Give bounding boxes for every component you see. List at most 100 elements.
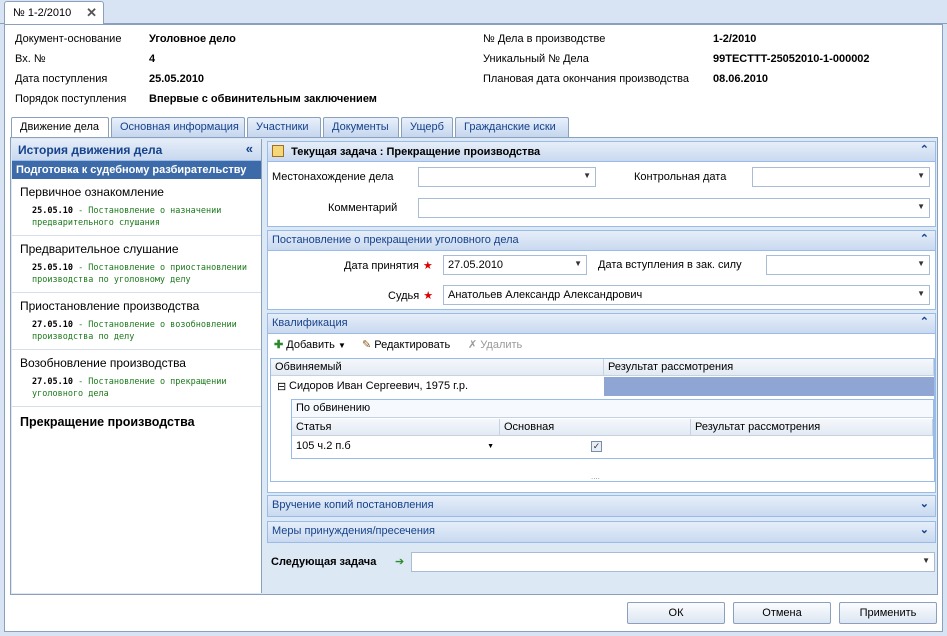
apply-button[interactable]: Применить	[839, 602, 937, 624]
sub-grid-title: По обвинению	[292, 400, 933, 418]
tab-case-movement[interactable]: Движение дела	[11, 117, 109, 138]
document-tab[interactable]: № 1-2/2010 ✕	[4, 1, 104, 25]
col-defendant[interactable]: Обвиняемый	[271, 359, 604, 376]
copies-panel[interactable]: Вручение копий постановления ⌄	[267, 495, 936, 517]
judge-value: Анатольев Александр Александрович	[448, 289, 643, 301]
current-task-title: Текущая задача : Прекращение производств…	[291, 146, 541, 158]
decision-title: Постановление о прекращении уголовного д…	[272, 234, 519, 246]
edit-button[interactable]: ✎ Редактировать	[362, 338, 450, 351]
location-combo[interactable]: ▼	[418, 167, 596, 187]
incoming-number-value: 4	[149, 53, 156, 65]
control-date-label: Контрольная дата	[634, 171, 727, 183]
tab-documents[interactable]: Документы	[323, 117, 399, 137]
dropdown-arrow-icon: ▼	[574, 259, 582, 268]
basis-doc-label: Документ-основание	[15, 33, 122, 45]
sub-result-cell	[691, 438, 699, 442]
stage-note[interactable]: 27.05.10 - Постановление о возобновлении…	[20, 319, 253, 343]
tab-participants[interactable]: Участники	[247, 117, 321, 137]
measures-title: Меры принуждения/пресечения	[272, 525, 435, 537]
delete-button[interactable]: ✗ Удалить	[468, 338, 522, 351]
collapse-left-icon[interactable]: «	[246, 141, 253, 156]
copies-title: Вручение копий постановления	[272, 499, 434, 511]
main-checkbox[interactable]: ✓	[591, 441, 602, 452]
case-window: Документ-основание Уголовное дело Вх. № …	[4, 24, 943, 632]
expand-panel-icon[interactable]: ⌄	[920, 497, 929, 510]
resize-handle[interactable]: ....	[591, 472, 600, 481]
add-button[interactable]: ✚ Добавить ▼	[274, 338, 346, 351]
judge-combo[interactable]: Анатольев Александр Александрович ▼	[443, 285, 930, 305]
decision-date-combo[interactable]: 27.05.2010 ▼	[443, 255, 587, 275]
history-stage[interactable]: Первичное ознакомление 25.05.10 - Постан…	[12, 179, 261, 236]
document-tab-title: № 1-2/2010	[13, 7, 72, 19]
history-stage[interactable]: Предварительное слушание 25.05.10 - Пост…	[12, 236, 261, 293]
col-article[interactable]: Статья	[292, 419, 500, 436]
dialog-button-bar: ОК Отмена Применить	[5, 599, 942, 631]
current-task-panel: Текущая задача : Прекращение производств…	[267, 141, 936, 227]
history-final-stage[interactable]: Прекращение производства	[12, 407, 261, 437]
stage-title: Возобновление производства	[20, 356, 186, 370]
next-task-combo[interactable]: ▼	[411, 552, 935, 572]
add-icon: ✚	[274, 339, 284, 351]
table-row[interactable]: ⊟ Сидоров Иван Сергеевич, 1975 г.р.	[271, 377, 934, 396]
stage-note[interactable]: 25.05.10 - Постановление о приостановлен…	[20, 262, 253, 286]
decision-date-value: 27.05.2010	[448, 259, 504, 271]
collapse-panel-icon[interactable]: ⌃	[920, 315, 929, 328]
history-stage[interactable]: Возобновление производства 27.05.10 - По…	[12, 350, 261, 407]
delete-label: Удалить	[480, 339, 523, 351]
sub-grid: По обвинению Статья Основная Результат р…	[291, 399, 934, 459]
tab-damage[interactable]: Ущерб	[401, 117, 453, 137]
ok-button[interactable]: ОК	[627, 602, 725, 624]
receipt-date-label: Дата поступления	[15, 73, 108, 85]
expand-panel-icon[interactable]: ⌄	[920, 523, 929, 536]
collapse-panel-icon[interactable]: ⌃	[920, 232, 929, 245]
measures-panel[interactable]: Меры принуждения/пресечения ⌄	[267, 521, 936, 543]
add-label: Добавить	[286, 339, 335, 351]
case-number-label: № Дела в производстве	[483, 33, 606, 45]
unique-number-label: Уникальный № Дела	[483, 53, 589, 65]
stage-date: 27.05.10	[32, 320, 73, 330]
tab-civil-claims[interactable]: Гражданские иски	[455, 117, 569, 137]
stage-title: Предварительное слушание	[20, 242, 179, 256]
stage-note[interactable]: 25.05.10 - Постановление о назначении пр…	[20, 205, 253, 229]
col-result[interactable]: Результат рассмотрения	[604, 359, 934, 376]
history-stage[interactable]: Приостановление производства 27.05.10 - …	[12, 293, 261, 350]
stage-note[interactable]: 27.05.10 - Постановление о прекращении у…	[20, 376, 253, 400]
cancel-button[interactable]: Отмена	[733, 602, 831, 624]
article-cell[interactable]: 105 ч.2 п.б ▼	[292, 438, 500, 454]
dropdown-arrow-icon: ▼	[917, 289, 925, 298]
control-date-combo[interactable]: ▼	[752, 167, 930, 187]
history-selected-stage[interactable]: Подготовка к судебному разбирательству	[12, 161, 261, 179]
decision-header: Постановление о прекращении уголовного д…	[268, 231, 935, 251]
receipt-order-value: Впервые с обвинительным заключением	[149, 93, 377, 105]
dropdown-arrow-icon: ▼	[917, 259, 925, 268]
tab-main-info[interactable]: Основная информация	[111, 117, 245, 137]
history-panel: История движения дела « Подготовка к суд…	[12, 139, 262, 593]
basis-doc-value: Уголовное дело	[149, 33, 236, 45]
col-main[interactable]: Основная	[500, 419, 691, 436]
receipt-date-value: 25.05.2010	[149, 73, 205, 85]
stage-date: 27.05.10	[32, 377, 73, 387]
history-title: История движения дела	[18, 143, 163, 157]
incoming-number-label: Вх. №	[15, 53, 46, 65]
effective-date-combo[interactable]: ▼	[766, 255, 930, 275]
col-sub-result[interactable]: Результат рассмотрения	[691, 419, 933, 436]
planned-end-label: Плановая дата окончания производства	[483, 73, 689, 85]
judge-label: Судья ★	[388, 290, 434, 302]
qualification-title: Квалификация	[272, 317, 348, 329]
comment-combo[interactable]: ▼	[418, 198, 930, 218]
measures-header: Меры принуждения/пресечения ⌄	[268, 522, 935, 542]
planned-end-value: 08.06.2010	[713, 73, 769, 85]
comment-label: Комментарий	[328, 202, 398, 214]
close-icon[interactable]: ✕	[86, 5, 97, 21]
dropdown-arrow-icon: ▼	[922, 556, 930, 565]
table-row[interactable]: 105 ч.2 п.б ▼ ✓	[292, 437, 933, 457]
dropdown-arrow-icon: ▼	[917, 171, 925, 180]
next-task-label: Следующая задача	[271, 556, 377, 568]
stage-date: 25.05.10	[32, 206, 73, 216]
collapse-panel-icon[interactable]: ⌃	[920, 143, 929, 156]
dropdown-arrow-icon: ▼	[917, 202, 925, 211]
required-icon: ★	[423, 290, 434, 302]
chevron-down-icon: ▼	[337, 341, 346, 350]
case-number-value: 1-2/2010	[713, 33, 757, 45]
edit-icon: ✎	[362, 339, 372, 351]
